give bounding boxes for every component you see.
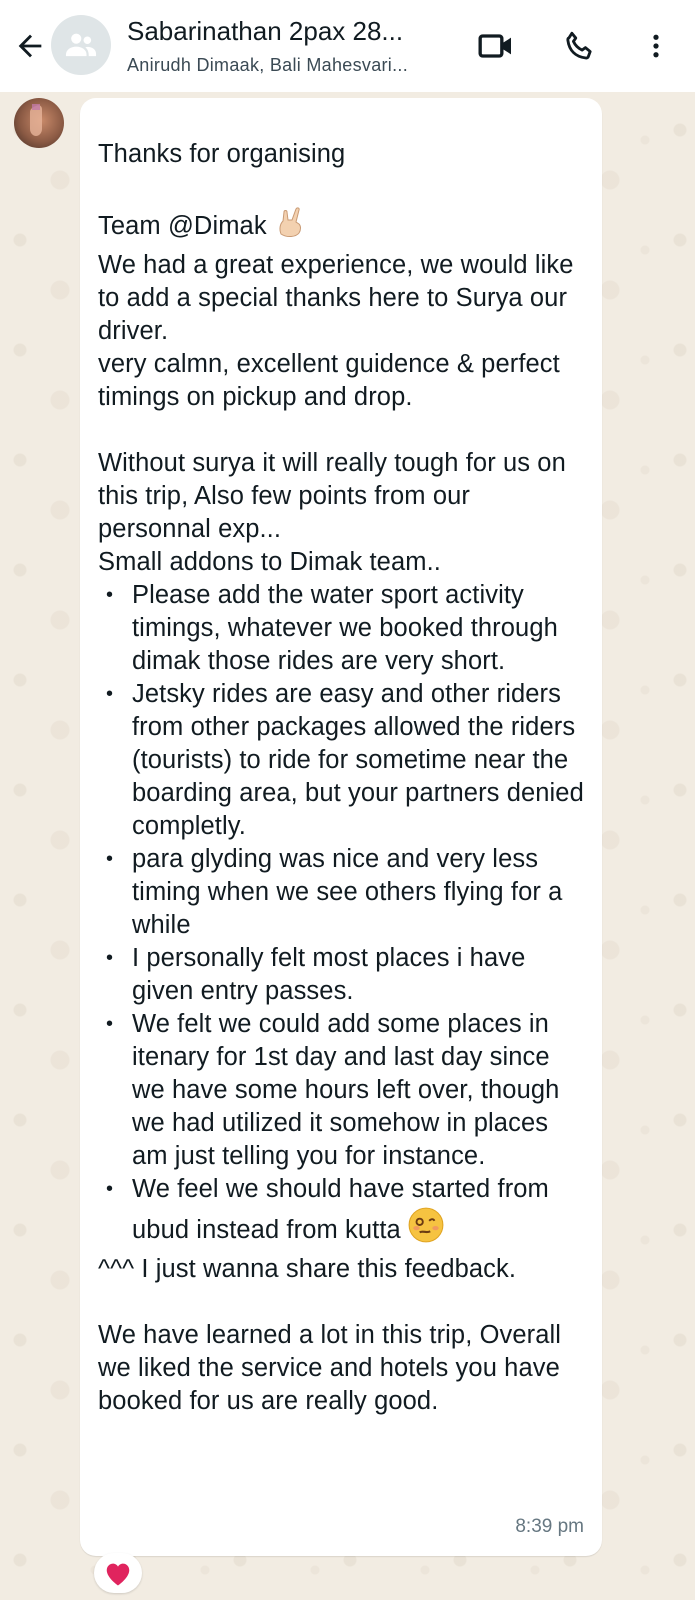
voice-call-button[interactable]	[558, 24, 602, 68]
chat-title-area[interactable]: Sabarinathan 2pax 28... Anirudh Dimaak, …	[127, 14, 457, 78]
message-paragraph: Without surya it will really tough for u…	[98, 449, 566, 543]
message-line: Team @Dimak	[98, 204, 584, 249]
list-item: Please add the water sport activity timi…	[98, 579, 584, 678]
rock-hand-emoji	[273, 204, 309, 249]
group-icon	[65, 33, 97, 57]
video-camera-icon	[478, 34, 511, 58]
list-item: para glyding was nice and very less timi…	[98, 843, 584, 942]
chat-participants: Anirudh Dimaak, Bali Mahesvari...	[127, 55, 409, 75]
arrow-left-icon	[18, 34, 42, 58]
message-paragraph: We have learned a lot in this trip, Over…	[98, 1321, 562, 1415]
list-item: We felt we could add some places in iten…	[98, 1008, 584, 1173]
feedback-list: Please add the water sport activity timi…	[98, 579, 584, 1253]
message-bubble[interactable]: Thanks for organising Team @Dimak We had…	[80, 98, 602, 1556]
list-item-text: We feel we should have started from ubud…	[132, 1175, 549, 1244]
more-vertical-icon	[653, 34, 659, 58]
red-heart-emoji	[106, 1563, 130, 1586]
phone-icon	[566, 31, 592, 60]
message-paragraph: We had a great experience, we would like…	[98, 251, 574, 345]
back-button[interactable]	[10, 26, 50, 66]
list-item: I personally felt most places i have giv…	[98, 942, 584, 1008]
message-text: Thanks for organising Team @Dimak We had…	[98, 138, 584, 1418]
list-item: We feel we should have started from ubud…	[98, 1173, 584, 1253]
list-item: Jetsky rides are easy and other riders f…	[98, 678, 584, 843]
message-paragraph: Small addons to Dimak team..	[98, 548, 441, 576]
message-line: Thanks for organising	[98, 140, 346, 168]
menu-button[interactable]	[634, 24, 678, 68]
chat-title: Sabarinathan 2pax 28...	[127, 16, 404, 46]
sender-avatar[interactable]	[14, 98, 64, 148]
woozy-face-emoji	[407, 1206, 445, 1253]
group-avatar[interactable]	[51, 15, 111, 75]
message-paragraph: very calmn, excellent guidence & perfect…	[98, 350, 560, 411]
message-paragraph: ^^^ I just wanna share this feedback.	[98, 1255, 517, 1283]
message-timestamp: 8:39 pm	[515, 1516, 584, 1537]
video-call-button[interactable]	[474, 24, 518, 68]
chat-header: Sabarinathan 2pax 28... Anirudh Dimaak, …	[0, 0, 695, 92]
profile-photo	[30, 104, 42, 136]
message-mention-line: Team @Dimak	[98, 212, 267, 240]
reaction-badge[interactable]	[94, 1553, 142, 1593]
